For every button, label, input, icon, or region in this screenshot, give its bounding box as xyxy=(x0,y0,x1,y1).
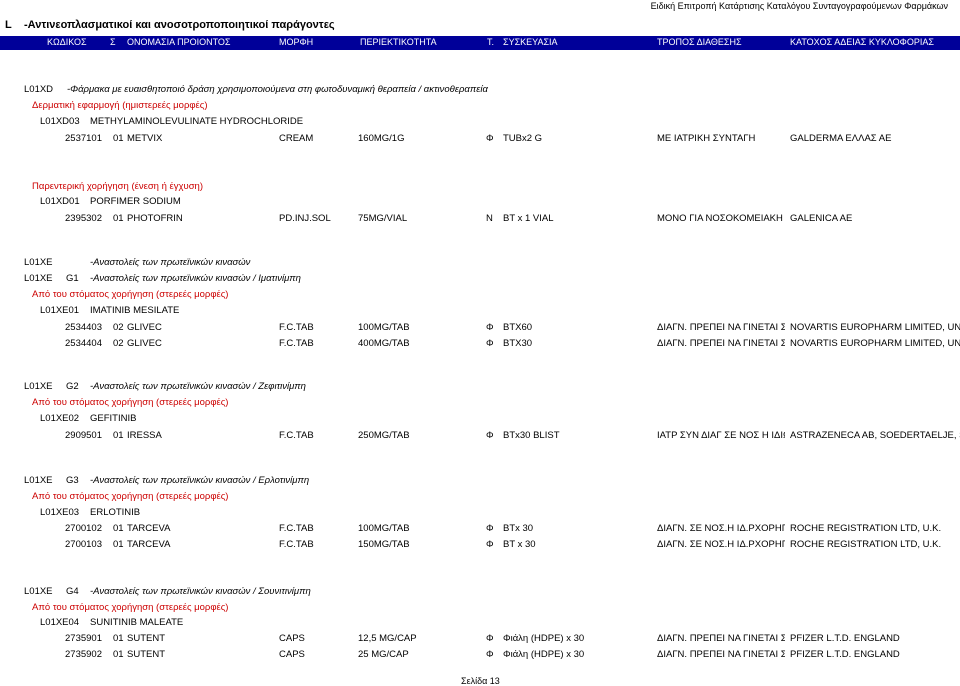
group-number: G3 xyxy=(66,475,79,486)
col-header-t: Τ. xyxy=(487,37,495,47)
substance-code: L01XE01 xyxy=(40,305,80,316)
group-code: L01XE xyxy=(24,586,53,597)
col-header-strength: ΠΕΡΙΕΚΤΙΚΟΤΗΤΑ xyxy=(360,37,437,47)
col-header-form: ΜΟΡΦΗ xyxy=(279,37,314,47)
column-header-bar: ΚΩΔΙΚΟΣ Σ ΟΝΟΜΑΣΙΑ ΠΡΟΙΟΝΤΟΣ ΜΟΡΦΗ ΠΕΡΙΕ… xyxy=(0,36,960,50)
col-header-dispensing: ΤΡΟΠΟΣ ΔΙΑΘΕΣΗΣ xyxy=(657,37,742,47)
group-number: G4 xyxy=(66,586,79,597)
substance-name: GEFITINIB xyxy=(90,413,137,424)
route-label: Από του στόματος χορήγηση (στερεές μορφέ… xyxy=(32,491,229,502)
substance-name: IMATINIB MESILATE xyxy=(90,305,180,316)
group-title: -Αναστολείς των πρωτεϊνικών κινασών / Ζε… xyxy=(90,381,306,392)
group-code: L01XE xyxy=(24,475,53,486)
col-header-package: ΣΥΣΚΕΥΑΣΙΑ xyxy=(503,37,558,47)
route-label: Δερματική εφαρμογή (ημιστερεές μορφές) xyxy=(32,100,208,111)
group-number: G2 xyxy=(66,381,79,392)
page-title: -Αντινεοπλασματικοί και ανοσοτροποποιητι… xyxy=(24,19,335,31)
substance-code: L01XE03 xyxy=(40,507,80,518)
route-label: Παρεντερική χορήγηση (ένεση ή έγχυση) xyxy=(32,181,204,192)
section-title: -Αναστολείς των πρωτεϊνικών κινασών xyxy=(90,257,251,268)
group-title: -Αναστολείς των πρωτεϊνικών κινασών / Σο… xyxy=(90,586,311,597)
group-code: L01XE xyxy=(24,381,53,392)
group-code: L01XE xyxy=(24,273,53,284)
section-code: L01XE xyxy=(24,257,53,268)
substance-name: METHYLAMINOLEVULINATE HYDROCHLORIDE xyxy=(90,116,304,127)
group-title: -Αναστολείς των πρωτεϊνικών κινασών / Ερ… xyxy=(90,475,310,486)
substance-code: L01XD01 xyxy=(40,196,80,207)
substance-code: L01XE02 xyxy=(40,413,80,424)
atc-code-l: L xyxy=(5,19,12,31)
section-code: L01XD xyxy=(24,84,54,95)
substance-code: L01XD03 xyxy=(40,116,80,127)
substance-name: ERLOTINIB xyxy=(90,507,141,518)
substance-name: SUNITINIB MALEATE xyxy=(90,617,184,628)
col-header-s: Σ xyxy=(110,37,116,47)
route-label: Από του στόματος χορήγηση (στερεές μορφέ… xyxy=(32,289,229,300)
col-header-holder: ΚΑΤΟΧΟΣ ΑΔΕΙΑΣ ΚΥΚΛΟΦΟΡΙΑΣ xyxy=(790,37,934,47)
substance-name: PORFIMER SODIUM xyxy=(90,196,181,207)
route-label: Από του στόματος χορήγηση (στερεές μορφέ… xyxy=(32,397,229,408)
substance-code: L01XE04 xyxy=(40,617,80,628)
group-number: G1 xyxy=(66,273,79,284)
committee-note: Ειδική Επιτροπή Κατάρτισης Καταλόγου Συν… xyxy=(650,1,948,11)
col-header-code: ΚΩΔΙΚΟΣ xyxy=(47,37,87,47)
group-title: -Αναστολείς των πρωτεϊνικών κινασών / Ιμ… xyxy=(90,273,301,284)
col-header-name: ΟΝΟΜΑΣΙΑ ΠΡΟΙΟΝΤΟΣ xyxy=(127,37,231,47)
route-label: Από του στόματος χορήγηση (στερεές μορφέ… xyxy=(32,602,229,613)
section-title: -Φάρμακα με ευαισθητοποιό δράση χρησιμοπ… xyxy=(67,84,488,95)
